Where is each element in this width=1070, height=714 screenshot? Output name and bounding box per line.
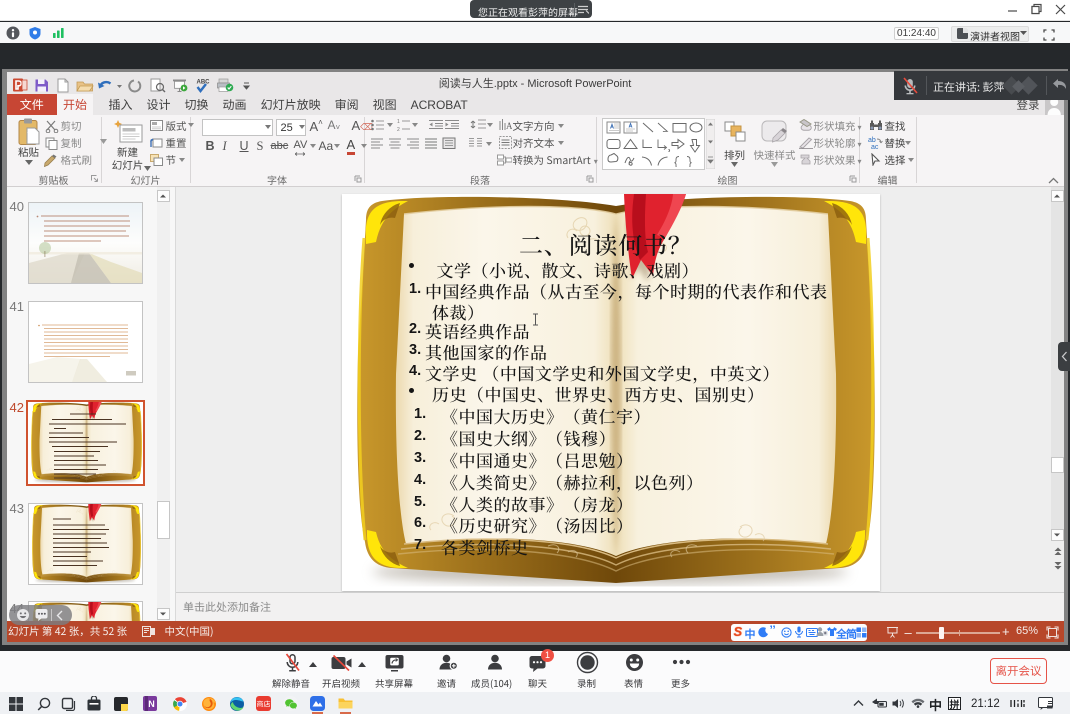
svg-text:2: 2 [397, 127, 400, 131]
svg-text:1: 1 [397, 119, 400, 125]
svg-text:A: A [506, 121, 512, 131]
svg-text:ab: ab [868, 137, 876, 144]
svg-text:商店: 商店 [257, 700, 271, 710]
svg-text:N: N [148, 699, 155, 709]
svg-text:ac: ac [871, 144, 879, 149]
svg-text:ABC: ABC [196, 79, 210, 85]
